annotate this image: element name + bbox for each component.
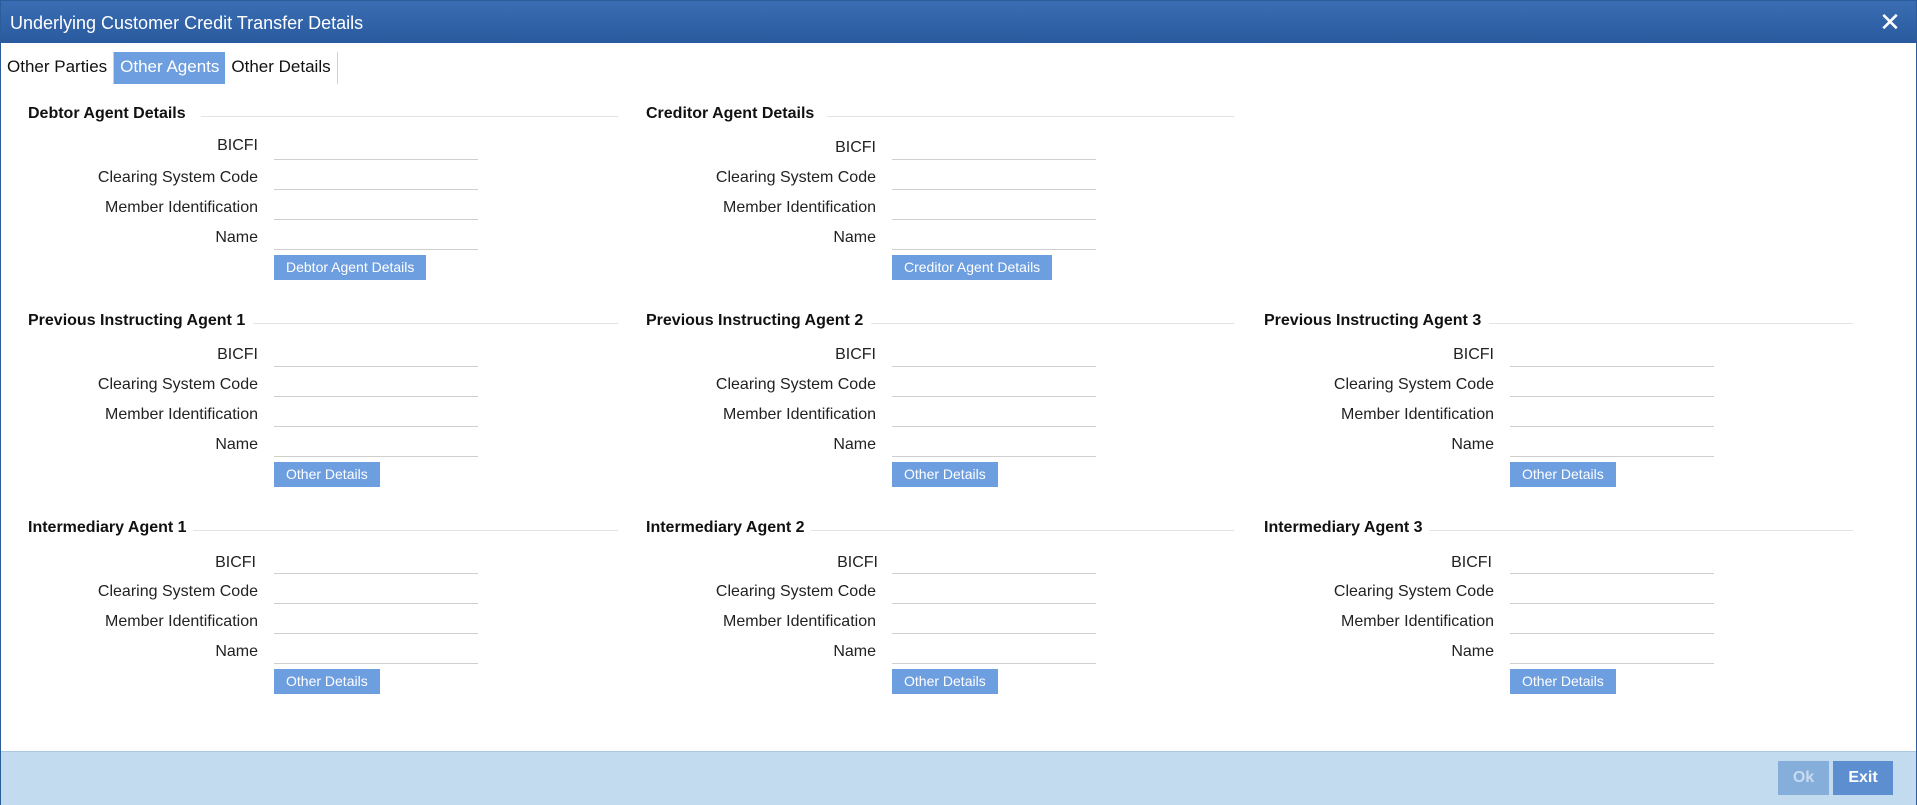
name-label: Name: [833, 436, 876, 453]
creditor-agent-member-input[interactable]: [892, 194, 1096, 220]
section-divider: [871, 323, 1234, 324]
close-icon[interactable]: ✕: [1878, 9, 1902, 35]
section-divider: [1429, 530, 1853, 531]
bicfi-label: BICFI: [835, 139, 876, 156]
prev-agent-1-member-input[interactable]: [274, 401, 478, 427]
bicfi-label: BICFI: [835, 346, 876, 363]
inter-agent-2-other-details-button[interactable]: Other Details: [892, 669, 998, 694]
clearing-system-code-label: Clearing System Code: [715, 376, 876, 393]
section-divider: [201, 116, 618, 117]
clearing-system-code-label: Clearing System Code: [97, 376, 258, 393]
tab-bar: Other Parties Other Agents Other Details: [1, 52, 338, 84]
tab-other-details[interactable]: Other Details: [225, 52, 338, 84]
inter-agent-3-bicfi-input[interactable]: [1510, 548, 1714, 574]
prev-agent-3-member-input[interactable]: [1510, 401, 1714, 427]
member-identification-label: Member Identification: [1341, 613, 1494, 630]
inter-agent-3-member-input[interactable]: [1510, 608, 1714, 634]
section-divider: [811, 530, 1234, 531]
inter-agent-3-other-details-button[interactable]: Other Details: [1510, 669, 1616, 694]
bicfi-label: BICFI: [215, 554, 256, 571]
creditor-agent-name-input[interactable]: [892, 224, 1096, 250]
prev-agent-2-member-input[interactable]: [892, 401, 1096, 427]
dialog-window: Underlying Customer Credit Transfer Deta…: [0, 0, 1917, 805]
inter-agent-3-clearing-input[interactable]: [1510, 578, 1714, 604]
bicfi-label: BICFI: [1451, 554, 1492, 571]
name-label: Name: [215, 643, 258, 660]
debtor-agent-clearing-input[interactable]: [274, 164, 478, 190]
bicfi-label: BICFI: [217, 346, 258, 363]
member-identification-label: Member Identification: [105, 613, 258, 630]
prev-agent-1-bicfi-input[interactable]: [274, 341, 478, 367]
name-label: Name: [1451, 643, 1494, 660]
creditor-agent-clearing-input[interactable]: [892, 164, 1096, 190]
inter-agent-2-member-input[interactable]: [892, 608, 1096, 634]
debtor-agent-bicfi-input[interactable]: [274, 134, 478, 160]
prev-agent-3-other-details-button[interactable]: Other Details: [1510, 462, 1616, 487]
inter-agent-1-clearing-input[interactable]: [274, 578, 478, 604]
title-bar[interactable]: Underlying Customer Credit Transfer Deta…: [1, 1, 1916, 43]
section-title: Previous Instructing Agent 3: [1264, 312, 1482, 329]
section-title: Intermediary Agent 1: [28, 519, 187, 536]
name-label: Name: [833, 229, 876, 246]
creditor-agent-bicfi-input[interactable]: [892, 134, 1096, 160]
member-identification-label: Member Identification: [723, 199, 876, 216]
clearing-system-code-label: Clearing System Code: [1333, 583, 1494, 600]
bicfi-label: BICFI: [837, 554, 878, 571]
prev-agent-2-other-details-button[interactable]: Other Details: [892, 462, 998, 487]
inter-agent-2-bicfi-input[interactable]: [892, 548, 1096, 574]
prev-agent-3-bicfi-input[interactable]: [1510, 341, 1714, 367]
prev-agent-1-clearing-input[interactable]: [274, 371, 478, 397]
clearing-system-code-label: Clearing System Code: [1333, 376, 1494, 393]
inter-agent-2-clearing-input[interactable]: [892, 578, 1096, 604]
prev-agent-1-name-input[interactable]: [274, 431, 478, 457]
inter-agent-1-member-input[interactable]: [274, 608, 478, 634]
prev-agent-3-clearing-input[interactable]: [1510, 371, 1714, 397]
prev-agent-2-name-input[interactable]: [892, 431, 1096, 457]
debtor-agent-details-button[interactable]: Debtor Agent Details: [274, 255, 427, 280]
clearing-system-code-label: Clearing System Code: [715, 583, 876, 600]
member-identification-label: Member Identification: [105, 199, 258, 216]
section-title: Creditor Agent Details: [646, 105, 815, 122]
section-title: Previous Instructing Agent 2: [646, 312, 864, 329]
section-title: Intermediary Agent 3: [1264, 519, 1423, 536]
tab-other-agents[interactable]: Other Agents: [114, 52, 226, 84]
name-label: Name: [215, 229, 258, 246]
member-identification-label: Member Identification: [723, 613, 876, 630]
clearing-system-code-label: Clearing System Code: [97, 169, 258, 186]
inter-agent-1-bicfi-input[interactable]: [274, 548, 478, 574]
clearing-system-code-label: Clearing System Code: [715, 169, 876, 186]
inter-agent-2-name-input[interactable]: [892, 638, 1096, 664]
inter-agent-1-other-details-button[interactable]: Other Details: [274, 669, 380, 694]
name-label: Name: [215, 436, 258, 453]
section-divider: [253, 323, 618, 324]
bicfi-label: BICFI: [217, 137, 258, 154]
section-title: Previous Instructing Agent 1: [28, 312, 246, 329]
creditor-agent-details-button[interactable]: Creditor Agent Details: [892, 255, 1053, 280]
prev-agent-2-bicfi-input[interactable]: [892, 341, 1096, 367]
name-label: Name: [833, 643, 876, 660]
debtor-agent-member-input[interactable]: [274, 194, 478, 220]
inter-agent-1-name-input[interactable]: [274, 638, 478, 664]
footer-bar: Ok Exit: [1, 751, 1916, 805]
section-title: Intermediary Agent 2: [646, 519, 805, 536]
member-identification-label: Member Identification: [1341, 406, 1494, 423]
clearing-system-code-label: Clearing System Code: [97, 583, 258, 600]
name-label: Name: [1451, 436, 1494, 453]
section-divider: [827, 116, 1234, 117]
prev-agent-2-clearing-input[interactable]: [892, 371, 1096, 397]
prev-agent-3-name-input[interactable]: [1510, 431, 1714, 457]
bicfi-label: BICFI: [1453, 346, 1494, 363]
inter-agent-3-name-input[interactable]: [1510, 638, 1714, 664]
section-title: Debtor Agent Details: [28, 105, 186, 122]
section-divider: [1489, 323, 1853, 324]
section-divider: [193, 530, 618, 531]
exit-button[interactable]: Exit: [1833, 761, 1893, 795]
member-identification-label: Member Identification: [723, 406, 876, 423]
debtor-agent-name-input[interactable]: [274, 224, 478, 250]
prev-agent-1-other-details-button[interactable]: Other Details: [274, 462, 380, 487]
tab-other-parties[interactable]: Other Parties: [1, 52, 115, 84]
window-title: Underlying Customer Credit Transfer Deta…: [10, 13, 364, 33]
ok-button[interactable]: Ok: [1778, 761, 1829, 795]
member-identification-label: Member Identification: [105, 406, 258, 423]
